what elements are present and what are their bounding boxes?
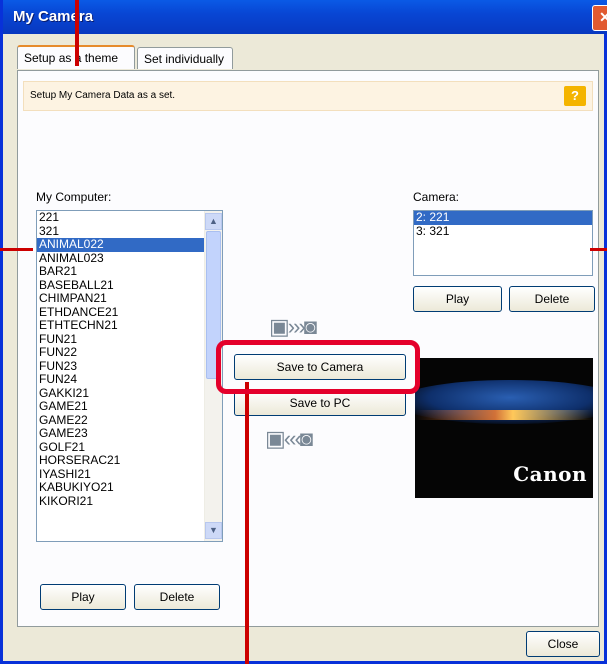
computer-list-item[interactable]: KABUKIYO21 [37, 481, 222, 495]
computer-list-item[interactable]: GOLF21 [37, 440, 222, 455]
computer-list-item[interactable]: FUN23 [37, 359, 222, 374]
computer-list-item[interactable]: BASEBALL21 [37, 278, 222, 293]
computer-list-item[interactable]: CHIMPAN21 [37, 292, 222, 306]
callout-line-tab [75, 0, 79, 66]
computer-list-item[interactable]: GAKKI21 [37, 386, 222, 401]
computer-list-item[interactable]: FUN21 [37, 332, 222, 347]
computer-list-item[interactable]: FUN24 [37, 373, 222, 387]
info-bar: Setup My Camera Data as a set. ? [23, 81, 593, 111]
computer-list-item[interactable]: ETHDANCE21 [37, 305, 222, 320]
my-camera-window: My Camera ✕ Setup as a theme Set individ… [0, 0, 607, 664]
callout-line-list [0, 248, 33, 251]
camera-listbox[interactable]: 2: 221 3: 321 [413, 210, 593, 276]
computer-delete-button[interactable]: Delete [134, 584, 220, 610]
camera-play-button[interactable]: Play [413, 286, 502, 312]
info-text: Setup My Camera Data as a set. [30, 90, 176, 101]
pc-to-camera-icon: ▣›››◙ [269, 314, 317, 339]
camera-delete-button[interactable]: Delete [509, 286, 595, 312]
computer-list-item[interactable]: 221 [37, 211, 222, 225]
window-title: My Camera [13, 8, 94, 25]
computer-list-item[interactable]: FUN22 [37, 346, 222, 360]
scroll-down-icon[interactable]: ▼ [205, 522, 222, 539]
computer-list-item[interactable]: BAR21 [37, 265, 222, 279]
theme-preview-image: Canon [415, 358, 593, 498]
callout-line-save [245, 382, 249, 664]
computer-listbox[interactable]: 221 321 ANIMAL022 ANIMAL023 BAR21 BASEBALL21 C… [36, 210, 223, 542]
close-icon[interactable]: ✕ [592, 5, 607, 31]
camera-list-item[interactable]: 2: 221 [414, 211, 592, 225]
computer-list-item[interactable]: ETHTECHN21 [37, 319, 222, 333]
computer-list-item[interactable]: ANIMAL023 [37, 251, 222, 266]
computer-list-item[interactable]: 321 [37, 224, 222, 239]
callout-highlight-save-to-camera [216, 340, 420, 394]
camera-list-item[interactable]: 3: 321 [414, 224, 592, 239]
computer-list-item[interactable]: ANIMAL022 [37, 238, 222, 252]
computer-list-item[interactable]: GAME22 [37, 413, 222, 428]
sunrise-glow [415, 410, 593, 420]
scroll-up-icon[interactable]: ▲ [205, 213, 222, 230]
camera-label: Camera: [413, 190, 460, 204]
computer-list: 221 321 ANIMAL022 ANIMAL023 BAR21 BASEBALL21 C… [37, 211, 222, 508]
computer-list-item[interactable]: HORSERAC21 [37, 454, 222, 468]
help-icon[interactable]: ? [564, 86, 586, 106]
callout-line-camera [590, 248, 607, 251]
computer-list-item[interactable]: KIKORI21 [37, 494, 222, 509]
computer-play-button[interactable]: Play [40, 584, 126, 610]
computer-list-item[interactable]: GAME21 [37, 400, 222, 414]
title-bar[interactable]: My Camera ✕ [3, 0, 607, 34]
close-button[interactable]: Close [526, 631, 600, 657]
computer-list-item[interactable]: GAME23 [37, 427, 222, 441]
computer-list-item[interactable]: IYASHI21 [37, 467, 222, 482]
canon-logo: Canon [513, 462, 587, 486]
camera-list: 2: 221 3: 321 [414, 211, 592, 238]
tab-set-individually[interactable]: Set individually [137, 47, 233, 69]
camera-to-pc-icon: ▣‹‹‹◙ [265, 426, 313, 451]
my-computer-label: My Computer: [36, 190, 112, 204]
